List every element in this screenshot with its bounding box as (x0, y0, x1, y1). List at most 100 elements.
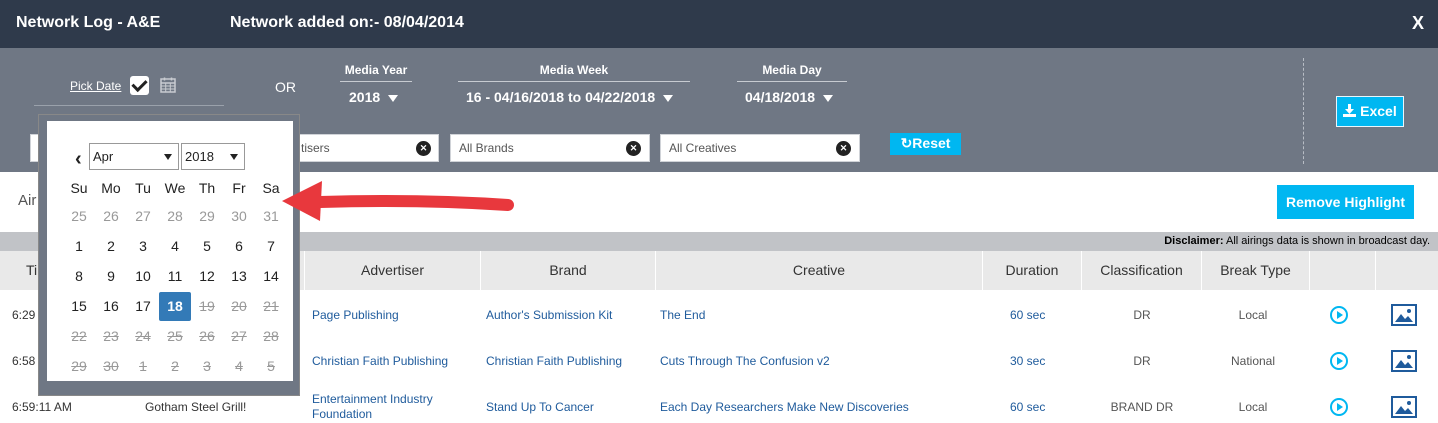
calendar-day: 4 (235, 358, 243, 374)
media-day-value: 04/18/2018 (745, 89, 816, 105)
row-advertiser[interactable]: Page Publishing (312, 308, 399, 322)
calendar-day[interactable]: 4 (159, 232, 191, 261)
row-brand[interactable]: Stand Up To Cancer (486, 400, 594, 414)
calendar-day: 27 (231, 328, 247, 344)
play-icon[interactable] (1330, 398, 1348, 416)
calendar-day: 27 (135, 208, 151, 224)
remove-highlight-button[interactable]: Remove Highlight (1277, 185, 1414, 219)
prev-month-icon[interactable]: ‹ (75, 148, 82, 171)
col-classification[interactable]: Classification (1082, 251, 1202, 290)
media-week-label: Media Week (539, 63, 609, 77)
calendar-day: 28 (167, 208, 183, 224)
calendar-day: 29 (71, 358, 87, 374)
chevron-down-icon (663, 94, 674, 102)
image-icon[interactable] (1391, 304, 1417, 326)
calendar-day: 25 (167, 328, 183, 344)
media-year-divider (340, 81, 412, 82)
calendar-day[interactable]: 5 (191, 232, 223, 261)
excel-export-button[interactable]: Excel (1336, 96, 1404, 127)
col-brand[interactable]: Brand (481, 251, 656, 290)
media-year-select[interactable]: 2018 (349, 89, 399, 105)
image-icon[interactable] (1391, 350, 1417, 372)
month-select[interactable]: Apr (89, 143, 179, 170)
row-creative[interactable]: The End (660, 308, 705, 322)
media-week-value: 16 - 04/16/2018 to 04/22/2018 (466, 89, 656, 105)
calendar-day[interactable]: 3 (127, 232, 159, 261)
calendar-day: 26 (103, 208, 119, 224)
row-creative[interactable]: Each Day Researchers Make New Discoverie… (660, 400, 909, 414)
close-button[interactable]: X (1412, 13, 1424, 34)
airings-label: Air (18, 192, 37, 209)
disclaimer-label: Disclaimer: (1164, 235, 1224, 247)
calendar-day[interactable]: 13 (223, 262, 255, 291)
col-advertiser[interactable]: Advertiser (305, 251, 481, 290)
calendar-day: 26 (199, 328, 215, 344)
calendar-day[interactable]: 7 (255, 232, 287, 261)
col-break-type[interactable]: Break Type (1202, 251, 1310, 290)
calendar-day[interactable]: 12 (191, 262, 223, 291)
calendar-day[interactable]: 10 (127, 262, 159, 291)
reset-button[interactable]: ↻Reset (890, 133, 961, 155)
row-brand[interactable]: Author's Submission Kit (486, 308, 612, 322)
weekday-header: Th (198, 180, 216, 196)
calendar-day: 25 (71, 208, 87, 224)
calendar-day[interactable]: 16 (95, 292, 127, 321)
media-day-select[interactable]: 04/18/2018 (745, 89, 834, 105)
brands-filter[interactable]: All Brands ✕ (450, 134, 650, 162)
chevron-down-icon (164, 154, 172, 160)
clear-advertisers-icon[interactable]: ✕ (416, 141, 431, 156)
calendar-day-selected[interactable]: 18 (159, 292, 191, 321)
media-week-select[interactable]: 16 - 04/16/2018 to 04/22/2018 (466, 89, 674, 105)
calendar-day: 1 (139, 358, 147, 374)
calendar-day[interactable]: 6 (223, 232, 255, 261)
refresh-icon: ↻ (900, 135, 913, 151)
pick-date-link[interactable]: Pick Date (70, 79, 121, 93)
weekday-header: Mo (101, 180, 121, 196)
calendar-day[interactable]: 8 (63, 262, 95, 291)
calendar-day[interactable]: 11 (159, 262, 191, 291)
panel-separator (1303, 58, 1304, 164)
play-icon[interactable] (1330, 306, 1348, 324)
calendar-day[interactable]: 9 (95, 262, 127, 291)
calendar-day: 28 (263, 328, 279, 344)
calendar-day[interactable]: 14 (255, 262, 287, 291)
pick-date-underline (34, 105, 224, 106)
row-break-type: National (1230, 354, 1276, 368)
calendar-day: 29 (199, 208, 215, 224)
or-label: OR (275, 79, 296, 95)
title-bar: Network Log - A&E Network added on:- 08/… (0, 0, 1438, 48)
media-year-label: Media Year (344, 63, 408, 77)
excel-button-label: Excel (1360, 103, 1397, 119)
creatives-filter-text: All Creatives (669, 141, 737, 155)
col-play (1310, 251, 1376, 290)
calendar-day: 21 (263, 298, 279, 314)
row-classification: DR (1133, 308, 1151, 322)
clear-creatives-icon[interactable]: ✕ (836, 141, 851, 156)
col-duration[interactable]: Duration (983, 251, 1082, 290)
row-duration: 60 sec (1010, 400, 1046, 414)
calendar-icon[interactable] (160, 77, 176, 93)
calendar-day[interactable]: 2 (95, 232, 127, 261)
play-icon[interactable] (1330, 352, 1348, 370)
clear-brands-icon[interactable]: ✕ (626, 141, 641, 156)
row-brand[interactable]: Christian Faith Publishing (486, 354, 622, 368)
creatives-filter[interactable]: All Creatives ✕ (660, 134, 860, 162)
calendar-day: 19 (199, 298, 215, 314)
row-advertiser[interactable]: Entertainment Industry Foundation (312, 392, 462, 422)
calendar-day: 30 (231, 208, 247, 224)
row-creative[interactable]: Cuts Through The Confusion v2 (660, 354, 830, 368)
image-icon[interactable] (1391, 396, 1417, 418)
col-creative[interactable]: Creative (656, 251, 983, 290)
year-select[interactable]: 2018 (181, 143, 245, 170)
row-network-ad: Gotham Steel Grill! (145, 400, 247, 414)
row-advertiser[interactable]: Christian Faith Publishing (312, 354, 448, 368)
date-picker-body: ‹ Apr 2018 Su Mo Tu We Th Fr Sa 25 26 27 28 29 30 31 1… (47, 121, 293, 381)
calendar-day[interactable]: 1 (63, 232, 95, 261)
date-picker-popup: ‹ Apr 2018 Su Mo Tu We Th Fr Sa 25 26 27 28 29 30 31 1… (38, 114, 300, 396)
media-day-label: Media Day (762, 63, 822, 77)
calendar-day[interactable]: 17 (127, 292, 159, 321)
weekday-header: Tu (135, 180, 151, 196)
pick-date-checkbox[interactable] (130, 76, 149, 95)
calendar-day[interactable]: 15 (63, 292, 95, 321)
network-log-window: Network Log - A&E Network added on:- 08/… (0, 0, 1438, 423)
